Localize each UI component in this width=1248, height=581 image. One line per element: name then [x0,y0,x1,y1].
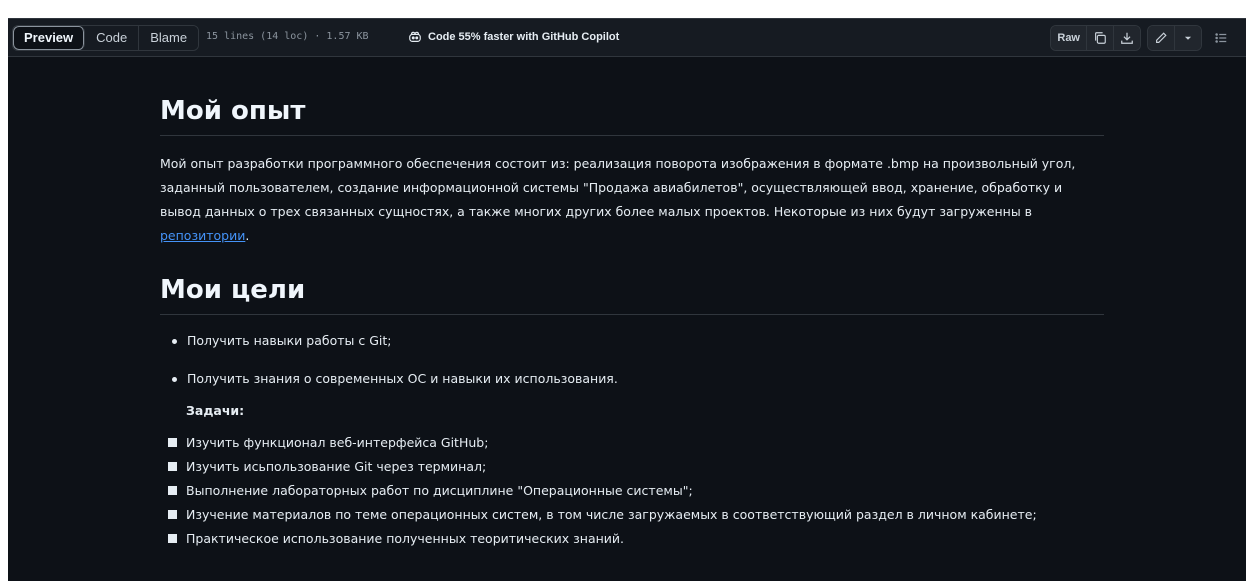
readme-article: Мой опыт Мой опыт разработки программног… [160,57,1104,553]
tasks-list: Изучить функционал веб-интерфейса GitHub… [168,433,1104,549]
experience-text-end: . [245,228,250,243]
view-mode-switch: Preview Code Blame [12,25,200,51]
download-icon [1121,32,1133,44]
copilot-text: Code 55% faster with GitHub Copilot [428,31,620,43]
file-toolbar: Preview Code Blame 15 lines (14 loc) · 1… [8,19,1246,57]
list-item: Практическое использование полученных те… [168,529,1104,549]
tasks-heading: Задачи: [186,403,245,418]
file-info: 15 lines (14 loc) · 1.57 KB [206,31,369,42]
copilot-icon [409,31,421,42]
experience-text: Мой опыт разработки программного обеспеч… [160,156,1076,219]
download-raw-button[interactable] [1114,26,1140,50]
raw-copy-download-group: Raw [1050,25,1141,51]
edit-file-button[interactable] [1148,26,1175,50]
list-item: Изучение материалов по теме операционных… [168,505,1104,525]
tab-blame[interactable]: Blame [139,26,199,50]
copy-raw-button[interactable] [1087,26,1114,50]
outline-button[interactable] [1208,26,1234,50]
copilot-promo[interactable]: Code 55% faster with GitHub Copilot [408,30,619,44]
experience-paragraph: Мой опыт разработки программного обеспеч… [160,152,1104,248]
pencil-icon [1156,32,1167,43]
heading-goals: Мои цели [160,274,1104,315]
edit-options-button[interactable] [1175,26,1201,50]
copy-icon [1095,32,1106,44]
file-viewer: Preview Code Blame 15 lines (14 loc) · 1… [8,18,1246,581]
heading-experience: Мой опыт [160,95,1104,136]
list-unordered-icon [1215,33,1227,43]
file-actions: Raw [1050,25,1234,51]
list-item: Получить знания о современных ОС и навык… [172,369,1104,389]
repositories-link[interactable]: репозитории [160,228,245,243]
list-item: Получить навыки работы с Git; [172,331,1104,351]
triangle-down-icon [1184,36,1192,40]
edit-group [1147,25,1202,51]
list-item: Выполнение лабораторных работ по дисципл… [168,481,1104,501]
tab-code[interactable]: Code [85,26,140,50]
list-item: Изучить исьпользование Git через термина… [168,457,1104,477]
list-item: Изучить функционал веб-интерфейса GitHub… [168,433,1104,453]
raw-button[interactable]: Raw [1051,26,1087,50]
goals-list: Получить навыки работы с Git; Получить з… [172,331,1104,389]
tab-preview[interactable]: Preview [13,26,86,50]
